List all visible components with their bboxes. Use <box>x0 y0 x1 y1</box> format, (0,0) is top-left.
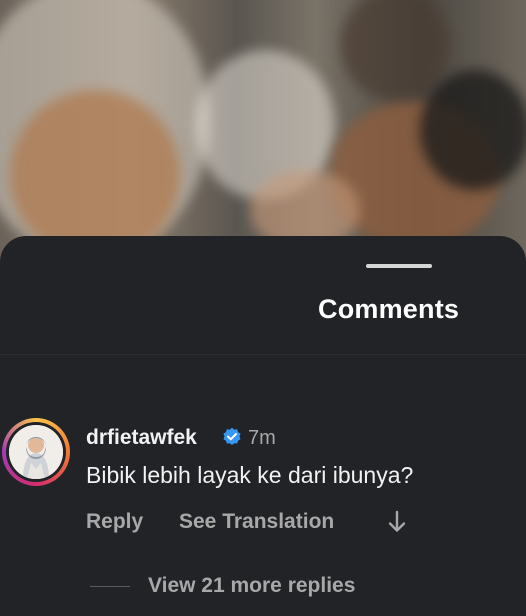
comment-username[interactable]: drfietawfek <box>86 426 197 450</box>
comments-screen: Comments drfietawfek 7m Bibik lebih laya… <box>0 0 526 616</box>
reply-button[interactable]: Reply <box>86 510 143 534</box>
see-translation-button[interactable]: See Translation <box>179 510 334 534</box>
comment-text: Bibik lebih layak ke dari ibunya? <box>86 462 414 488</box>
video-blob <box>420 70 526 190</box>
video-blob <box>340 0 450 100</box>
view-more-replies-button[interactable]: View 21 more replies <box>148 574 355 598</box>
header-divider <box>0 354 526 355</box>
avatar[interactable] <box>9 425 63 479</box>
down-arrow-icon[interactable] <box>386 509 408 535</box>
video-blob <box>10 90 180 260</box>
sheet-title: Comments <box>318 294 460 324</box>
drag-handle[interactable] <box>366 264 432 268</box>
comments-sheet: Comments drfietawfek 7m Bibik lebih laya… <box>0 236 526 616</box>
avatar-image <box>9 425 63 479</box>
avatar-story-ring[interactable] <box>2 418 70 486</box>
video-background[interactable] <box>0 0 526 270</box>
verified-badge-icon <box>223 427 241 445</box>
replies-divider-line <box>90 586 130 587</box>
comment-timestamp: 7m <box>248 427 276 449</box>
